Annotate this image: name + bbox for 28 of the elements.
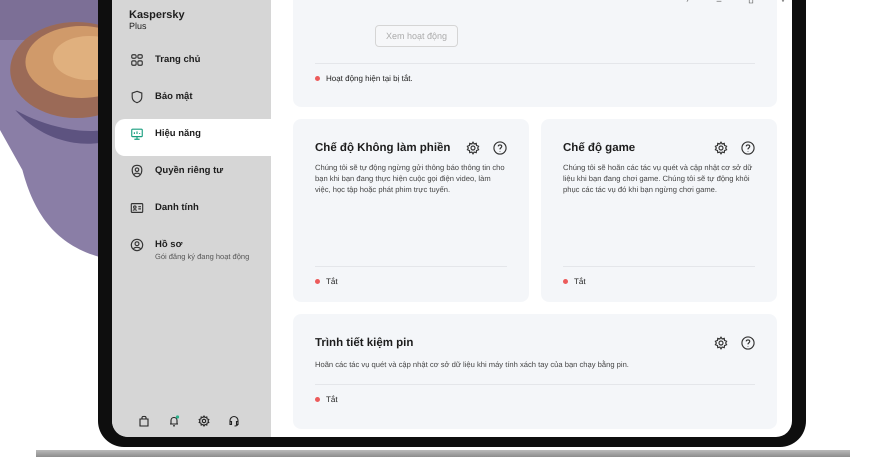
home-icon — [130, 53, 144, 67]
status-text: Tắt — [326, 395, 338, 404]
id-icon — [130, 201, 144, 215]
sidebar-item[interactable]: Danh tính — [115, 193, 271, 230]
brand-name: Kaspersky — [129, 9, 185, 21]
card-title: Chế độ game — [563, 142, 636, 154]
sidebar-item[interactable]: Bảo mật — [115, 82, 271, 119]
card-title: Trình tiết kiệm pin — [315, 337, 414, 349]
maximize-icon[interactable] — [746, 0, 756, 6]
notification-icon[interactable] — [168, 415, 180, 427]
status-text: Tắt — [326, 277, 338, 286]
sidebar-item[interactable]: Quyền riêng tư — [115, 156, 271, 193]
privacy-icon — [130, 164, 144, 178]
monitor-icon — [130, 127, 144, 141]
settings-icon[interactable] — [198, 415, 210, 427]
brand-edition: Plus — [129, 21, 147, 31]
shield-icon — [130, 90, 144, 104]
settings-icon[interactable] — [466, 141, 480, 155]
bag-icon[interactable] — [138, 415, 150, 427]
status-text: Hoạt động hiện tại bị tắt. — [326, 74, 413, 83]
settings-icon[interactable] — [714, 336, 728, 350]
headset-icon[interactable] — [228, 415, 240, 427]
sidebar-item[interactable]: Trang chủ — [115, 45, 271, 82]
sidebar-item[interactable]: Hiệu năng — [115, 119, 271, 156]
user-icon — [130, 238, 144, 252]
settings-icon[interactable] — [714, 141, 728, 155]
status-text: Tắt — [574, 277, 586, 286]
card-title: Chế độ Không làm phiền — [315, 142, 452, 154]
